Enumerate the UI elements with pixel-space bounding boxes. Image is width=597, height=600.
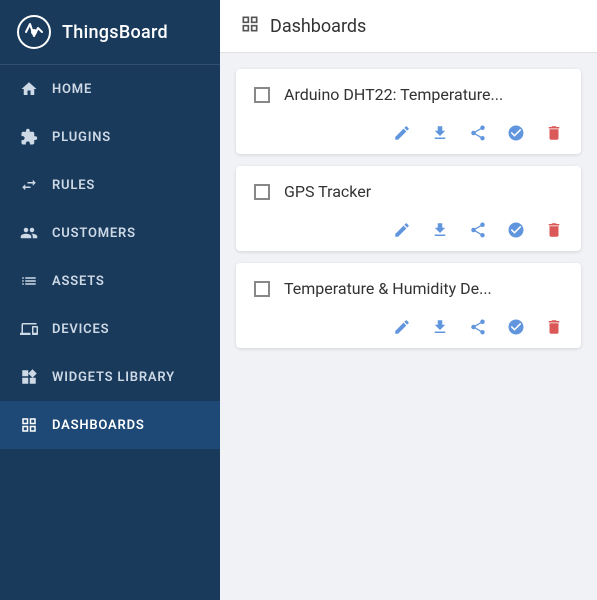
home-icon: [18, 78, 40, 100]
sidebar-item-devices[interactable]: DEVICES: [0, 305, 220, 353]
share-icon-2[interactable]: [469, 221, 487, 239]
sidebar-item-rules[interactable]: RULES: [0, 161, 220, 209]
delete-icon-1[interactable]: [545, 124, 563, 142]
devices-icon: [18, 318, 40, 340]
card-actions-3: [254, 314, 563, 336]
sidebar: ThingsBoard HOME PLUGINS RULES CUSTOMERS…: [0, 0, 220, 600]
share-icon-1[interactable]: [469, 124, 487, 142]
card-title-row-3: Temperature & Humidity De...: [254, 279, 563, 298]
assign-icon-3[interactable]: [507, 318, 525, 336]
assets-icon: [18, 270, 40, 292]
sidebar-item-label: WIDGETS LIBRARY: [52, 370, 175, 385]
logo-area: ThingsBoard: [0, 0, 220, 65]
card-title-2: GPS Tracker: [284, 182, 371, 201]
card-title-row-1: Arduino DHT22: Temperature...: [254, 85, 563, 104]
delete-icon-2[interactable]: [545, 221, 563, 239]
sidebar-item-label: ASSETS: [52, 274, 105, 289]
dashboards-header-icon: [240, 14, 260, 38]
edit-icon-3[interactable]: [393, 318, 411, 336]
logo-icon: [16, 14, 52, 50]
card-actions-1: [254, 120, 563, 142]
sidebar-item-widgets-library[interactable]: WIDGETS LIBRARY: [0, 353, 220, 401]
card-actions-2: [254, 217, 563, 239]
sidebar-item-label: DEVICES: [52, 322, 109, 337]
sidebar-item-label: RULES: [52, 178, 95, 193]
card-title-1: Arduino DHT22: Temperature...: [284, 85, 503, 104]
edit-icon-1[interactable]: [393, 124, 411, 142]
share-icon-3[interactable]: [469, 318, 487, 336]
sidebar-item-home[interactable]: HOME: [0, 65, 220, 113]
sidebar-item-plugins[interactable]: PLUGINS: [0, 113, 220, 161]
download-icon-2[interactable]: [431, 221, 449, 239]
rules-icon: [18, 174, 40, 196]
sidebar-item-label: HOME: [52, 82, 92, 97]
plugins-icon: [18, 126, 40, 148]
assign-icon-2[interactable]: [507, 221, 525, 239]
sidebar-item-dashboards[interactable]: DASHBOARDS: [0, 401, 220, 449]
download-icon-3[interactable]: [431, 318, 449, 336]
main-content: Dashboards Arduino DHT22: Temperature...: [220, 0, 597, 600]
sidebar-item-label: PLUGINS: [52, 130, 111, 145]
assign-icon-1[interactable]: [507, 124, 525, 142]
cards-area: Arduino DHT22: Temperature...: [220, 53, 597, 364]
app-name: ThingsBoard: [62, 22, 168, 43]
dashboard-card-2: GPS Tracker: [236, 166, 581, 251]
sidebar-item-label: CUSTOMERS: [52, 226, 136, 241]
sidebar-item-assets[interactable]: ASSETS: [0, 257, 220, 305]
card-checkbox-1[interactable]: [254, 87, 270, 103]
dashboards-icon: [18, 414, 40, 436]
card-title-row-2: GPS Tracker: [254, 182, 563, 201]
page-title: Dashboards: [270, 16, 366, 37]
edit-icon-2[interactable]: [393, 221, 411, 239]
dashboard-card-1: Arduino DHT22: Temperature...: [236, 69, 581, 154]
main-header: Dashboards: [220, 0, 597, 53]
card-title-3: Temperature & Humidity De...: [284, 279, 492, 298]
customers-icon: [18, 222, 40, 244]
download-icon-1[interactable]: [431, 124, 449, 142]
dashboard-card-3: Temperature & Humidity De...: [236, 263, 581, 348]
widgets-icon: [18, 366, 40, 388]
sidebar-item-customers[interactable]: CUSTOMERS: [0, 209, 220, 257]
delete-icon-3[interactable]: [545, 318, 563, 336]
card-checkbox-3[interactable]: [254, 281, 270, 297]
sidebar-item-label: DASHBOARDS: [52, 418, 145, 433]
card-checkbox-2[interactable]: [254, 184, 270, 200]
